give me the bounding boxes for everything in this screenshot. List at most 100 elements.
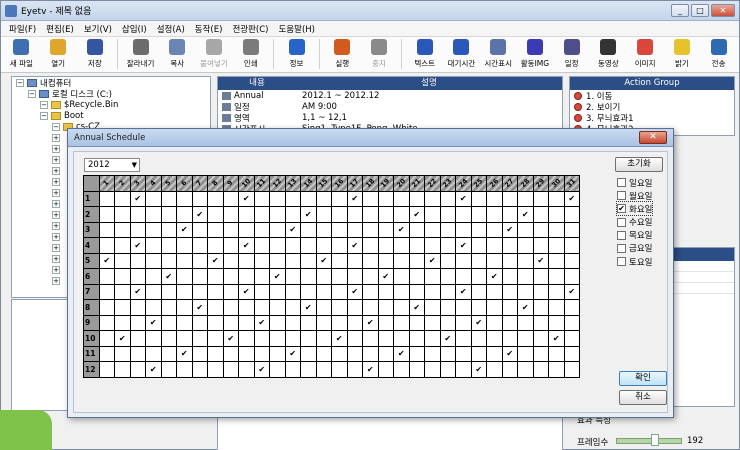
schedule-cell[interactable] [548,221,565,238]
schedule-cell[interactable] [470,268,487,285]
schedule-cell[interactable] [129,268,146,285]
schedule-cell-checked[interactable]: ✔ [470,314,487,331]
schedule-cell[interactable] [176,299,193,316]
schedule-cell[interactable] [532,330,549,347]
schedule-cell[interactable] [315,221,332,238]
schedule-cell[interactable] [455,268,472,285]
day-column-header[interactable]: 6 [176,175,193,192]
schedule-cell[interactable] [114,221,131,238]
schedule-cell[interactable] [129,252,146,269]
schedule-cell[interactable] [269,299,286,316]
schedule-cell-checked[interactable]: ✔ [129,283,146,300]
schedule-cell[interactable] [408,283,425,300]
schedule-cell[interactable] [470,237,487,254]
schedule-cell[interactable] [548,268,565,285]
toolbar-run-button[interactable]: 실행 [324,39,361,69]
day-column-header[interactable]: 29 [532,175,549,192]
toolbar-open-folder-button[interactable]: 열기 [40,39,77,69]
schedule-cell[interactable] [129,361,146,378]
schedule-cell[interactable] [98,190,115,207]
schedule-cell[interactable] [315,345,332,362]
schedule-cell[interactable] [532,190,549,207]
schedule-cell-checked[interactable]: ✔ [470,361,487,378]
schedule-cell[interactable] [408,361,425,378]
weekday-checkbox[interactable] [617,217,626,227]
schedule-cell[interactable] [191,361,208,378]
schedule-cell[interactable] [362,252,379,269]
schedule-cell-checked[interactable]: ✔ [238,237,255,254]
schedule-cell[interactable] [517,330,534,347]
schedule-cell[interactable] [548,237,565,254]
day-column-header[interactable]: 14 [300,175,317,192]
schedule-cell-checked[interactable]: ✔ [377,268,394,285]
schedule-cell[interactable] [455,299,472,316]
schedule-cell[interactable] [377,330,394,347]
schedule-cell[interactable] [346,314,363,331]
schedule-cell[interactable] [408,268,425,285]
schedule-cell[interactable] [284,206,301,223]
schedule-cell[interactable] [145,252,162,269]
schedule-cell[interactable] [145,237,162,254]
schedule-cell[interactable] [486,237,503,254]
schedule-cell[interactable] [377,252,394,269]
schedule-cell[interactable] [284,314,301,331]
schedule-cell[interactable] [284,190,301,207]
schedule-cell[interactable] [176,283,193,300]
schedule-cell[interactable] [207,206,224,223]
schedule-cell[interactable] [222,361,239,378]
schedule-cell-checked[interactable]: ✔ [191,206,208,223]
menu-file[interactable]: 파일(F) [9,23,36,35]
schedule-cell[interactable] [377,237,394,254]
schedule-cell[interactable] [517,190,534,207]
schedule-cell[interactable] [238,361,255,378]
schedule-cell[interactable] [129,330,146,347]
schedule-cell-checked[interactable]: ✔ [145,314,162,331]
frame-slider-thumb[interactable] [651,434,659,446]
schedule-cell[interactable] [439,361,456,378]
month-row-header[interactable]: 8 [83,299,100,316]
schedule-cell[interactable] [300,268,317,285]
day-column-header[interactable]: 13 [284,175,301,192]
day-column-header[interactable]: 21 [408,175,425,192]
schedule-cell[interactable] [238,345,255,362]
schedule-cell[interactable] [145,299,162,316]
schedule-cell[interactable] [517,268,534,285]
schedule-cell[interactable] [269,221,286,238]
schedule-cell-checked[interactable]: ✔ [284,345,301,362]
expand-toggle-icon[interactable]: + [52,265,60,274]
schedule-cell[interactable] [563,252,580,269]
schedule-cell-checked[interactable]: ✔ [455,283,472,300]
month-row-header[interactable]: 5 [83,252,100,269]
schedule-cell[interactable] [470,252,487,269]
schedule-cell[interactable] [114,314,131,331]
schedule-cell[interactable] [532,345,549,362]
maximize-button[interactable]: □ [691,4,709,17]
schedule-cell[interactable] [176,361,193,378]
day-column-header[interactable]: 4 [145,175,162,192]
schedule-cell[interactable] [501,268,518,285]
property-row[interactable]: 영역 1,1 ~ 12,1 [218,112,562,124]
schedule-cell[interactable] [114,252,131,269]
menu-signboard[interactable]: 전광판(C) [232,23,268,35]
schedule-cell[interactable] [346,268,363,285]
schedule-cell[interactable] [408,221,425,238]
schedule-cell[interactable] [470,221,487,238]
schedule-cell[interactable] [315,361,332,378]
schedule-cell[interactable] [160,345,177,362]
schedule-cell[interactable] [501,252,518,269]
expand-toggle-icon[interactable]: + [52,243,60,252]
day-column-header[interactable]: 23 [439,175,456,192]
month-row-header[interactable]: 1 [83,190,100,207]
schedule-cell[interactable] [424,283,441,300]
schedule-cell-checked[interactable]: ✔ [486,268,503,285]
schedule-cell[interactable] [346,361,363,378]
day-column-header[interactable]: 9 [222,175,239,192]
action-item[interactable]: 1. 이동 [570,90,734,102]
schedule-cell[interactable] [346,345,363,362]
schedule-cell-checked[interactable]: ✔ [548,330,565,347]
schedule-cell[interactable] [98,206,115,223]
schedule-cell[interactable] [362,268,379,285]
schedule-cell[interactable] [517,314,534,331]
schedule-cell[interactable] [284,283,301,300]
schedule-cell[interactable] [300,252,317,269]
